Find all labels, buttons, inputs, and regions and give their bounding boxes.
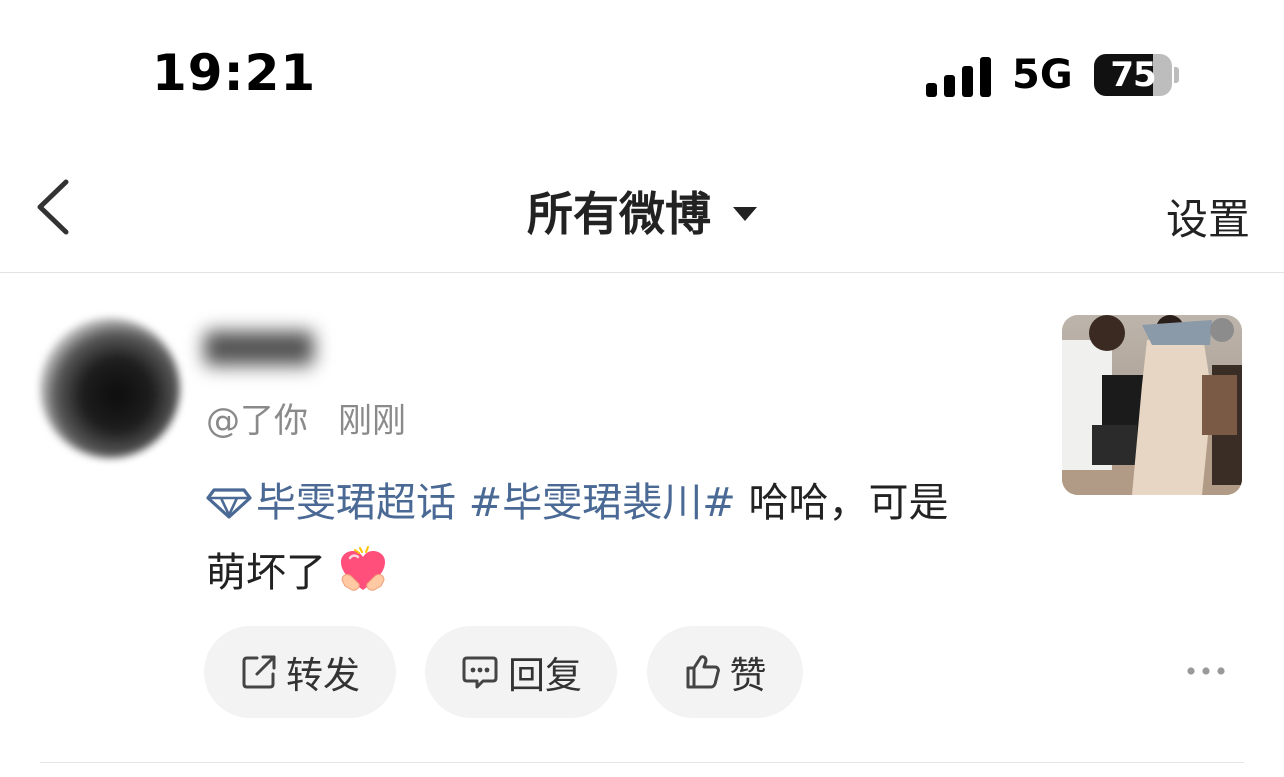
hashtag-link[interactable]: #毕雯珺裴川# [469, 480, 736, 526]
network-type: 5G [1012, 52, 1073, 98]
share-icon [242, 655, 276, 689]
nav-title: 所有微博 [527, 187, 711, 241]
post-content: 毕雯珺超话 #毕雯珺裴川# 哈哈，可是 萌坏了 [206, 468, 1026, 608]
nav-divider [0, 272, 1284, 273]
heart-hands-emoji [341, 546, 385, 591]
more-dots-icon[interactable] [1186, 664, 1226, 678]
status-time: 19:21 [152, 44, 317, 102]
post-meta: @了你 刚刚 [206, 393, 406, 442]
comment-icon [462, 656, 498, 689]
repost-button[interactable]: 转发 [204, 626, 396, 718]
thumbs-up-icon [686, 655, 720, 689]
post-thumbnail-image[interactable] [1062, 315, 1242, 495]
caret-down-icon [733, 206, 757, 221]
like-label: 赞 [729, 654, 767, 697]
username[interactable] [204, 330, 314, 374]
reply-label: 回复 [508, 654, 582, 697]
diamond-icon [206, 488, 252, 519]
signal-icon [926, 57, 991, 97]
like-button[interactable]: 赞 [647, 626, 803, 718]
post-text-1: 哈哈，可是 [735, 480, 949, 526]
repost-label: 转发 [286, 654, 360, 697]
reply-button[interactable]: 回复 [425, 626, 617, 718]
post-divider [40, 762, 1244, 763]
mention-text: @了你 [206, 401, 308, 441]
battery-icon: 75 [1094, 54, 1179, 96]
avatar[interactable] [40, 318, 180, 458]
settings-button[interactable]: 设置 [1166, 186, 1250, 247]
post-time: 刚刚 [338, 401, 406, 441]
battery-percent: 75 [1110, 55, 1156, 95]
supertopic-link[interactable]: 毕雯珺超话 [206, 480, 456, 526]
post-text-2: 萌坏了 [206, 550, 326, 596]
feed-filter-dropdown[interactable]: 所有微博 [0, 178, 1284, 244]
